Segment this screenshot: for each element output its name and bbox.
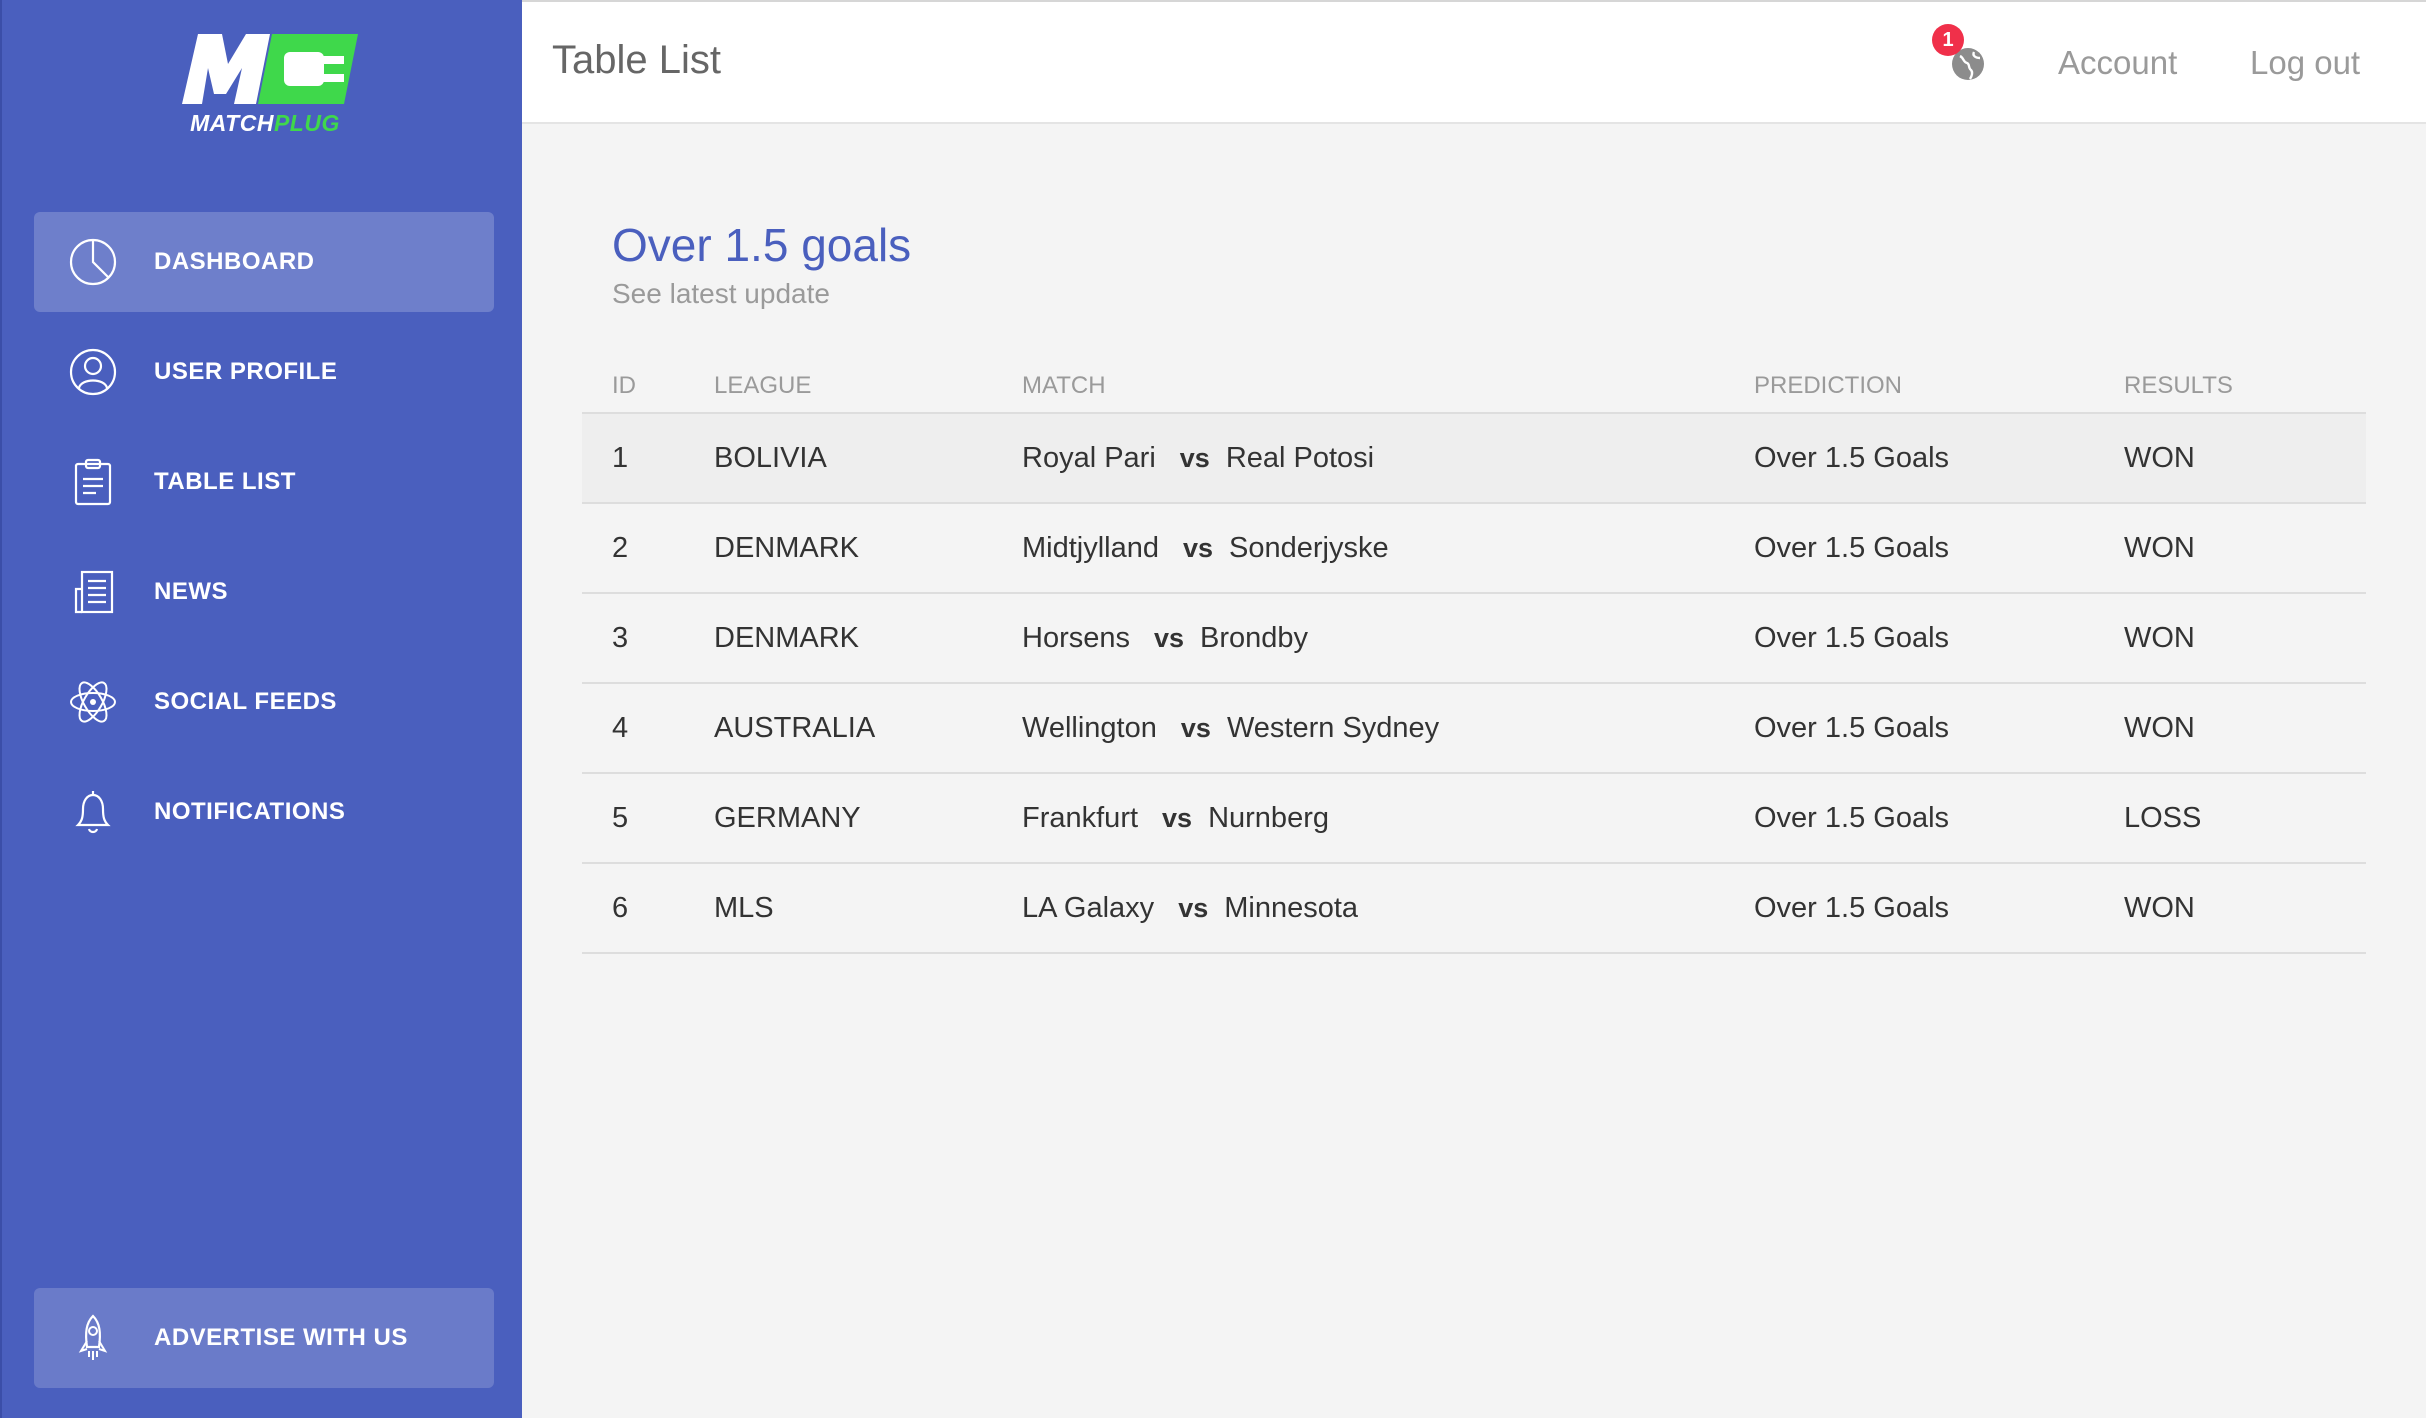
sidebar-item-label: NOTIFICATIONS <box>154 798 346 825</box>
cell-result: WON <box>2124 711 2195 744</box>
vs-label: vs <box>1162 802 1193 833</box>
cell-id: 4 <box>612 711 629 744</box>
cell-league: MLS <box>714 891 774 924</box>
notification-badge[interactable]: 1 <box>1932 24 1964 56</box>
logo-wordmark: MATCHPLUG <box>190 110 340 136</box>
clipboard-icon <box>68 457 118 507</box>
column-header-match: MATCH <box>1022 372 1106 399</box>
cell-id: 1 <box>612 441 629 474</box>
cell-match: Horsens vs Brondby <box>1022 594 1308 682</box>
cell-prediction: Over 1.5 Goals <box>1754 891 1950 924</box>
table-row[interactable]: 1 BOLIVIA Royal Pari vs Real Potosi Over 1… <box>582 414 2366 504</box>
sidebar-item-notifications[interactable]: NOTIFICATIONS <box>34 762 494 862</box>
predictions-table: ID LEAGUE MATCH PREDICTION RESULTS 1 BOL… <box>582 360 2366 954</box>
matchplug-logo[interactable]: MATCHPLUG <box>172 30 358 140</box>
away-team: Western Sydney <box>1226 711 1440 744</box>
sidebar-item-label: SOCIAL FEEDS <box>154 688 337 715</box>
cell-id: 5 <box>612 801 629 834</box>
logo-mark-icon <box>182 34 358 104</box>
bell-icon <box>68 787 118 837</box>
table-row[interactable]: 3 DENMARK Horsens vs Brondby Over 1.5 Goal… <box>582 594 2366 684</box>
table-row[interactable]: 6 MLS LA Galaxy vs Minnesota Over 1.5 Goal… <box>582 864 2366 954</box>
sidebar-item-table-list[interactable]: TABLE LIST <box>34 432 494 532</box>
section-title: Over 1.5 goals <box>612 219 912 271</box>
home-team: Royal Pari <box>1022 441 1156 474</box>
cell-league: GERMANY <box>714 801 861 834</box>
away-team: Nurnberg <box>1208 801 1329 834</box>
cell-league: AUSTRALIA <box>714 711 876 744</box>
cell-prediction: Over 1.5 Goals <box>1754 801 1950 834</box>
cell-league: DENMARK <box>714 531 860 564</box>
column-header-prediction: PREDICTION <box>1754 372 1903 399</box>
cell-prediction: Over 1.5 Goals <box>1754 711 1950 744</box>
cell-match: Wellington vs Western Sydney <box>1022 684 1439 772</box>
cell-match: Midtjylland vs Sonderjyske <box>1022 504 1389 592</box>
vs-label: vs <box>1180 712 1211 743</box>
home-team: Horsens <box>1022 621 1130 654</box>
cell-league: DENMARK <box>714 621 860 654</box>
cell-id: 2 <box>612 531 629 564</box>
account-link[interactable]: Account <box>2058 44 2177 82</box>
sidebar-item-dashboard[interactable]: DASHBOARD <box>34 212 494 312</box>
table-row[interactable]: 4 AUSTRALIA Wellington vs Western Sydney O… <box>582 684 2366 774</box>
home-team: LA Galaxy <box>1022 891 1155 924</box>
vs-label: vs <box>1179 442 1210 473</box>
cell-prediction: Over 1.5 Goals <box>1754 621 1950 654</box>
home-team: Wellington <box>1022 711 1157 744</box>
vs-label: vs <box>1178 892 1209 923</box>
away-team: Sonderjyske <box>1229 531 1389 564</box>
column-header-league: LEAGUE <box>714 372 812 399</box>
advertise-label: ADVERTISE WITH US <box>154 1324 408 1351</box>
away-team: Minnesota <box>1224 891 1359 924</box>
sidebar-item-user-profile[interactable]: USER PROFILE <box>34 322 494 422</box>
cell-league: BOLIVIA <box>714 441 827 474</box>
column-header-results: RESULTS <box>2124 372 2233 399</box>
newspaper-icon <box>68 567 118 617</box>
pie-chart-icon <box>68 237 118 287</box>
cell-match: Frankfurt vs Nurnberg <box>1022 774 1329 862</box>
rocket-icon <box>68 1313 118 1363</box>
sidebar-item-label: DASHBOARD <box>154 248 315 275</box>
table-row[interactable]: 2 DENMARK Midtjylland vs Sonderjyske Over … <box>582 504 2366 594</box>
sidebar-item-social-feeds[interactable]: SOCIAL FEEDS <box>34 652 494 752</box>
cell-result: WON <box>2124 891 2195 924</box>
cell-id: 3 <box>612 621 629 654</box>
sidebar: MATCHPLUG DASHBOARD USER PROFILE TABLE L… <box>0 0 522 1418</box>
cell-result: LOSS <box>2124 801 2202 834</box>
sidebar-nav: DASHBOARD USER PROFILE TABLE LIST NEWS S… <box>34 212 494 872</box>
page-title: Table List <box>552 38 721 82</box>
cell-prediction: Over 1.5 Goals <box>1754 531 1950 564</box>
atom-icon <box>68 677 118 727</box>
cell-id: 6 <box>612 891 629 924</box>
section-subtitle: See latest update <box>612 278 830 309</box>
cell-result: WON <box>2124 441 2195 474</box>
home-team: Midtjylland <box>1022 531 1159 564</box>
cell-result: WON <box>2124 621 2195 654</box>
user-icon <box>68 347 118 397</box>
sidebar-item-label: NEWS <box>154 578 228 605</box>
sidebar-item-news[interactable]: NEWS <box>34 542 494 642</box>
logout-link[interactable]: Log out <box>2250 44 2360 82</box>
cell-prediction: Over 1.5 Goals <box>1754 441 1950 474</box>
cell-result: WON <box>2124 531 2195 564</box>
vs-label: vs <box>1183 532 1214 563</box>
away-team: Brondby <box>1200 621 1309 654</box>
home-team: Frankfurt <box>1022 801 1139 834</box>
cell-match: LA Galaxy vs Minnesota <box>1022 864 1358 952</box>
sidebar-item-label: USER PROFILE <box>154 358 338 385</box>
vs-label: vs <box>1154 622 1185 653</box>
away-team: Real Potosi <box>1225 441 1375 474</box>
sidebar-item-label: TABLE LIST <box>154 468 296 495</box>
cell-match: Royal Pari vs Real Potosi <box>1022 414 1374 502</box>
table-row[interactable]: 5 GERMANY Frankfurt vs Nurnberg Over 1.5 G… <box>582 774 2366 864</box>
top-header: Table List 1 Account Log out <box>522 0 2426 124</box>
table-header: ID LEAGUE MATCH PREDICTION RESULTS <box>582 360 2366 414</box>
column-header-id: ID <box>612 372 636 399</box>
advertise-button[interactable]: ADVERTISE WITH US <box>34 1288 494 1388</box>
